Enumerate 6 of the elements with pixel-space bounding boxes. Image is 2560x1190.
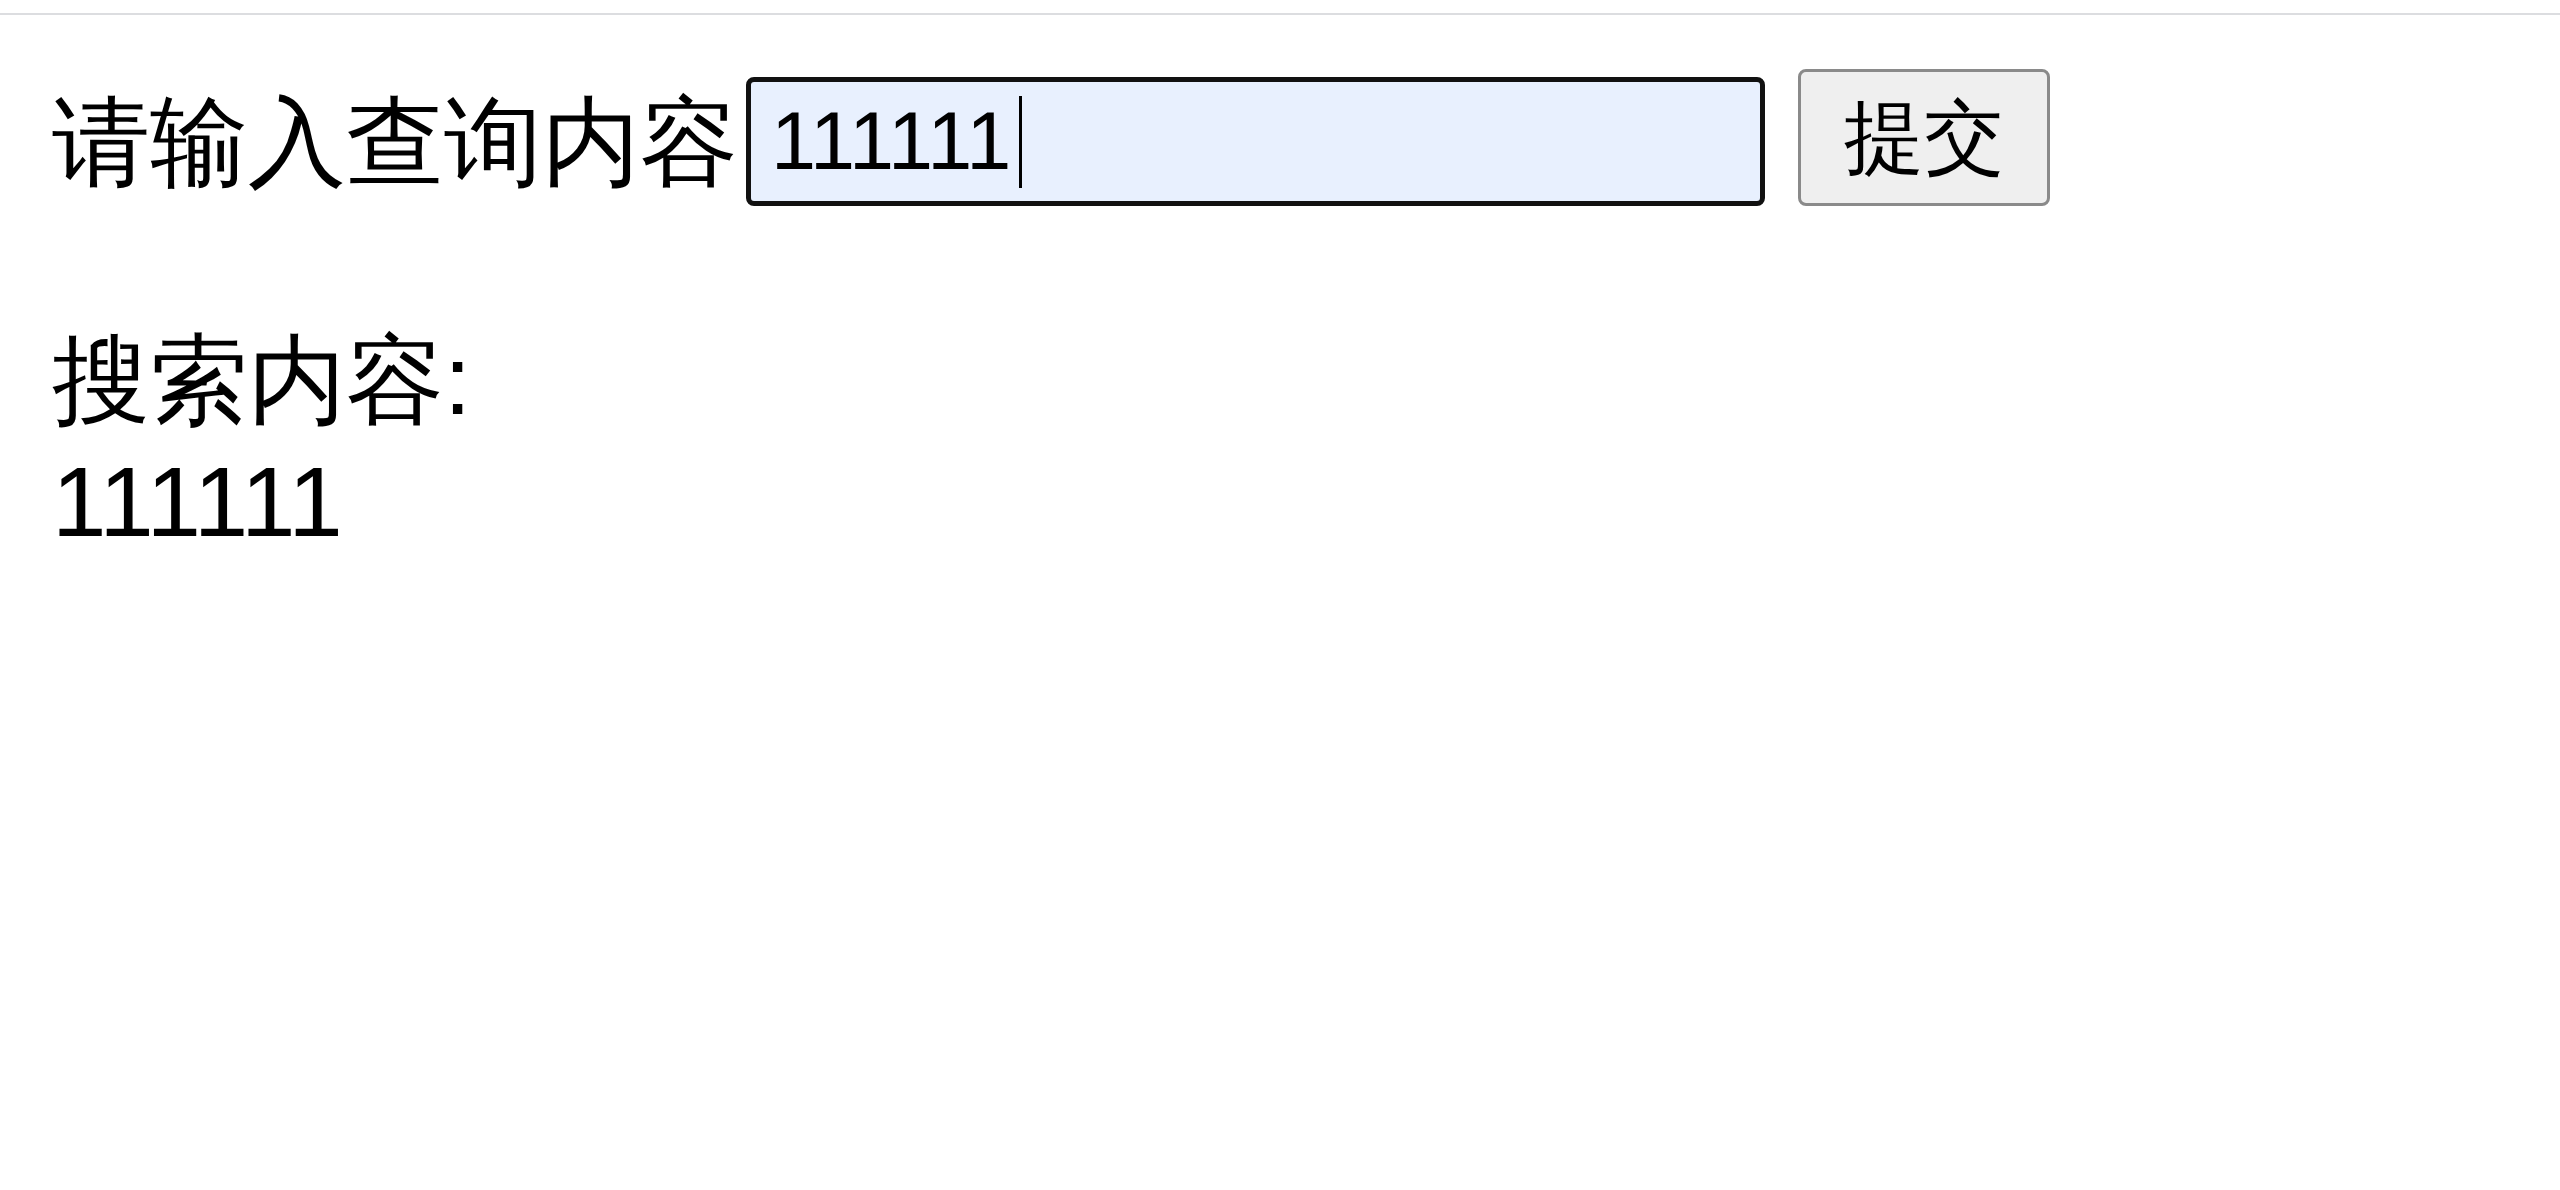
result-value: 111111 — [52, 446, 343, 559]
text-cursor-icon — [1019, 95, 1023, 188]
input-field[interactable]: 111111 — [746, 77, 1765, 206]
submit-button[interactable]: 提交 — [1798, 69, 2050, 206]
result-heading: 搜索内容: — [52, 324, 472, 437]
query-label: 请输入查询内容 — [52, 92, 738, 191]
